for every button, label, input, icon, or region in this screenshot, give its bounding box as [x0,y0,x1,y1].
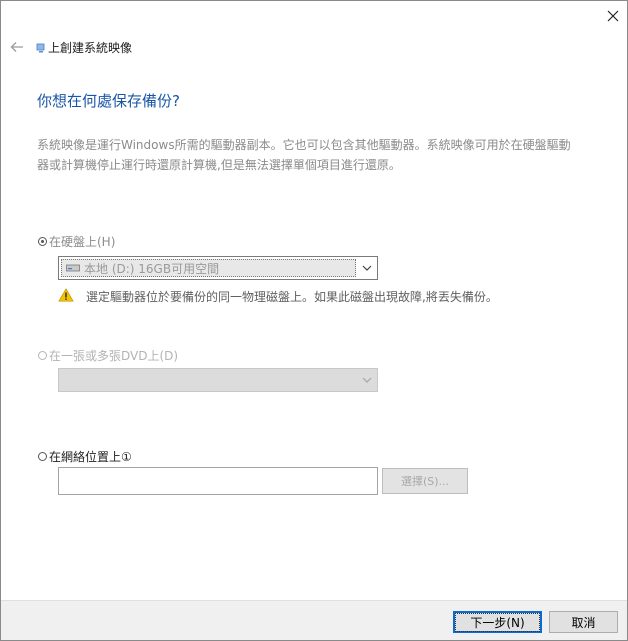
page-description: 系統映像是運行Windows所需的驅動器副本。它也可以包含其他驅動器。系統映像可… [37,138,571,172]
warning-text: 選定驅動器位於要備份的同一物理磁盤上。如果此磁盤出現故障,將丟失備份。 [86,290,498,304]
radio-indicator[interactable] [38,351,47,360]
close-icon [607,10,619,22]
hard-disk-drive-selected: 本地 (D:) 16GB可用空間 [61,259,356,277]
wizard-title: 上創建系統映像 [36,39,132,56]
hard-disk-drive-select[interactable]: 本地 (D:) 16GB可用空間 [58,256,378,280]
radio-network[interactable]: 在網絡位置上① [38,448,132,465]
warning-icon [58,288,74,302]
wizard-footer: 下一步(N) 取消 [1,600,627,640]
dvd-drive-select[interactable] [58,368,378,392]
dropdown-arrow[interactable] [358,371,375,389]
browse-button[interactable]: 選擇(S)... [382,468,468,494]
system-image-wizard-window: 上創建系統映像 你想在何處保存備份? 系統映像是運行Windows所需的驅動器副… [0,0,628,641]
system-image-icon [36,43,45,52]
back-arrow-icon [10,42,23,52]
radio-indicator[interactable] [38,237,47,246]
radio-hard-disk-label: 在硬盤上(H) [49,235,116,249]
chevron-down-icon [362,265,371,271]
radio-indicator[interactable] [38,452,47,461]
back-button[interactable] [7,37,27,57]
next-button-label: 下一步(N) [455,612,540,632]
page-heading: 你想在何處保存備份? [37,92,180,110]
close-button[interactable] [599,3,627,29]
hard-drive-icon [66,264,80,272]
cancel-button[interactable]: 取消 [549,611,618,633]
radio-hard-disk[interactable]: 在硬盤上(H) [38,233,115,250]
dropdown-arrow[interactable] [358,259,375,277]
next-button[interactable]: 下一步(N) [453,611,542,633]
chevron-down-icon [362,377,371,383]
radio-dvd[interactable]: 在一張或多張DVD上(D) [38,347,178,364]
hard-disk-drive-value: 本地 (D:) 16GB可用空間 [84,261,220,276]
network-path-input[interactable] [58,467,378,495]
wizard-title-text: 上創建系統映像 [48,41,133,55]
backup-warning: 選定驅動器位於要備份的同一物理磁盤上。如果此磁盤出現故障,將丟失備份。 [58,288,498,305]
radio-dvd-label: 在一張或多張DVD上(D) [49,349,179,363]
radio-network-label: 在網絡位置上① [49,450,132,464]
